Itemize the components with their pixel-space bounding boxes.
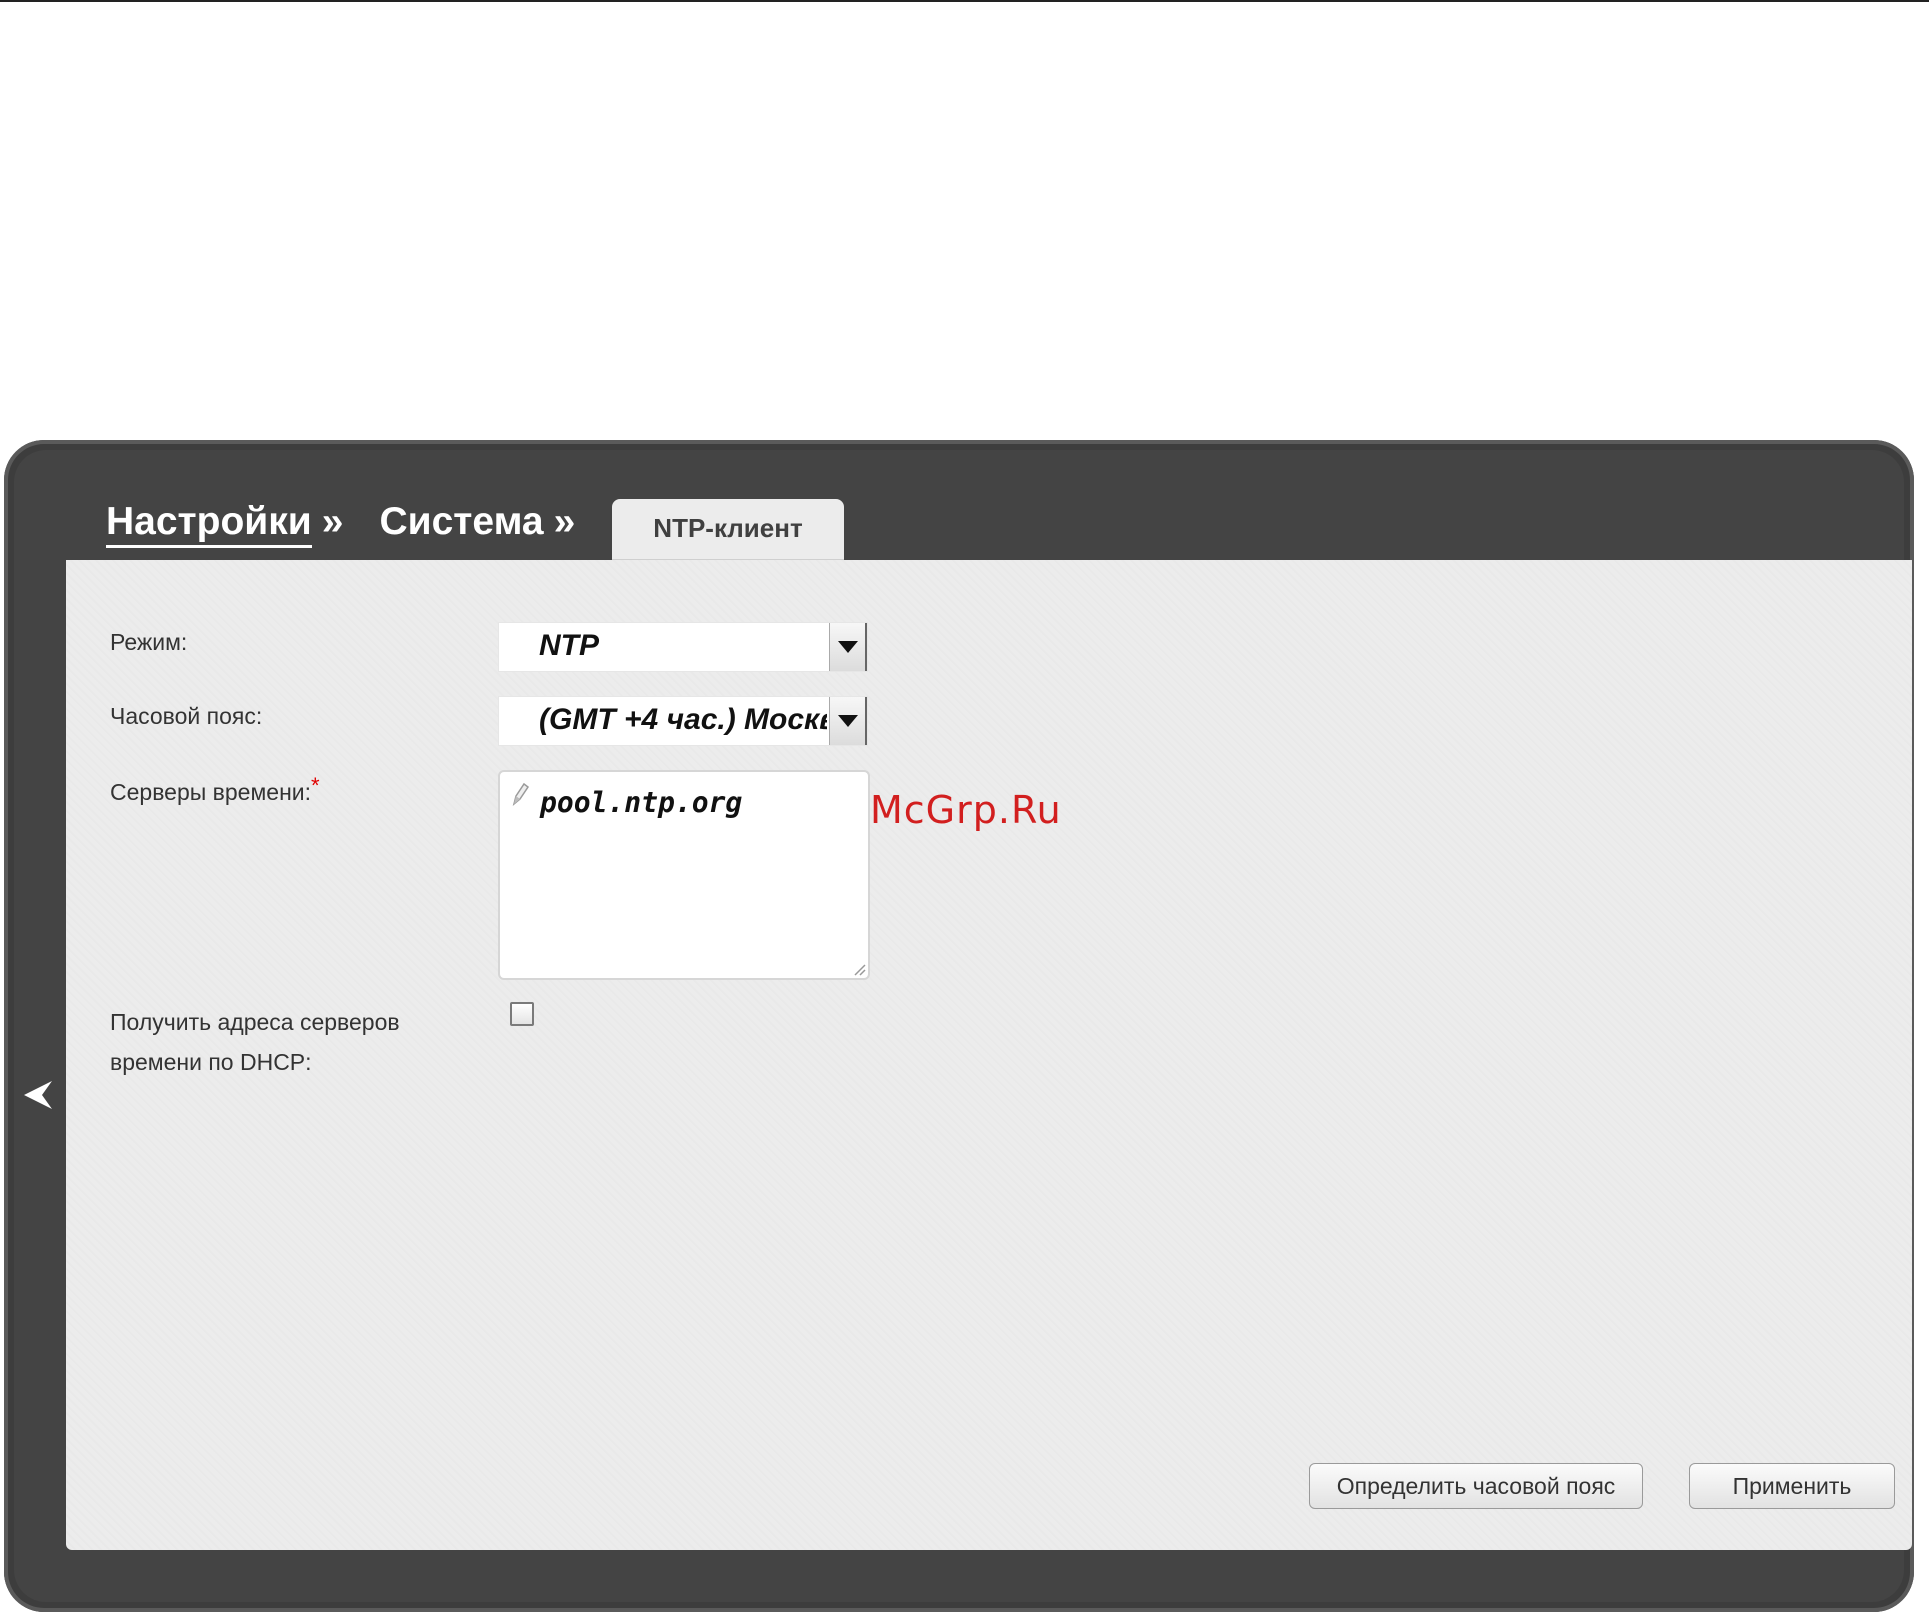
servers-textarea-value: pool.ntp.org [540, 786, 743, 819]
timezone-select-value: (GMT +4 час.) Москва [539, 703, 827, 736]
apply-button[interactable]: Применить [1689, 1463, 1895, 1509]
watermark: McGrp.Ru [870, 788, 1062, 832]
breadcrumb: Настройки» Система» [106, 500, 611, 560]
back-arrow-icon[interactable] [18, 1075, 58, 1115]
timezone-select[interactable]: (GMT +4 час.) Москва [498, 696, 868, 746]
mode-select[interactable]: NTP [498, 622, 868, 672]
breadcrumb-system-label: Система [379, 500, 544, 543]
tab-ntp-client[interactable]: NTP-клиент [612, 499, 844, 561]
servers-label: Серверы времени:* [110, 772, 320, 812]
mode-label: Режим: [110, 629, 188, 655]
breadcrumb-settings[interactable]: Настройки» [106, 500, 344, 548]
dhcp-label-line2: времени по DHCP: [110, 1049, 312, 1075]
required-mark: * [311, 773, 320, 798]
servers-textarea[interactable]: pool.ntp.org [498, 770, 870, 980]
servers-label-text: Серверы времени: [110, 779, 312, 805]
breadcrumb-separator: » [553, 500, 576, 543]
dhcp-checkbox[interactable] [510, 1002, 534, 1026]
resize-grip-icon[interactable] [852, 962, 866, 976]
triangle-down-icon[interactable] [829, 623, 867, 671]
dhcp-label-line1: Получить адреса серверов [110, 1009, 400, 1035]
breadcrumb-settings-label[interactable]: Настройки [106, 500, 312, 548]
breadcrumb-separator: » [321, 500, 344, 543]
pencil-icon [510, 782, 530, 808]
triangle-down-icon[interactable] [829, 697, 867, 745]
timezone-label: Часовой пояс: [110, 703, 263, 729]
breadcrumb-system: Система» [379, 500, 575, 544]
detect-timezone-button[interactable]: Определить часовой пояс [1309, 1463, 1643, 1509]
mode-select-value: NTP [539, 629, 599, 662]
top-rule [0, 0, 1929, 2]
dhcp-label: Получить адреса серверов времени по DHCP… [110, 1002, 400, 1082]
